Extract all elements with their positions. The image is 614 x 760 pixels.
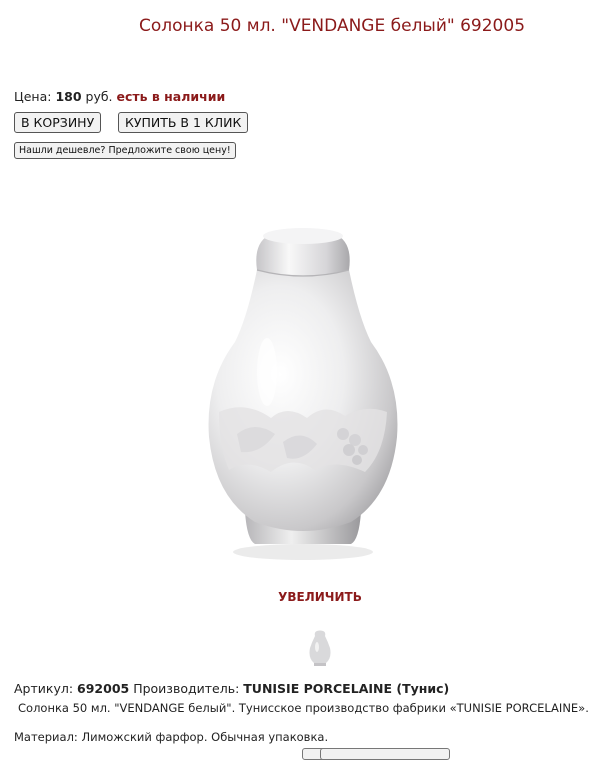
price-label: Цена: <box>14 89 52 104</box>
sku-label: Артикул: <box>14 681 74 696</box>
product-material: Материал: Лиможский фарфор. Обычная упак… <box>14 730 329 744</box>
product-thumbnail[interactable] <box>306 630 334 668</box>
manufacturer-label: Производитель: <box>133 681 240 696</box>
price-line: Цена: 180 руб. есть в наличии <box>14 89 225 104</box>
buy-one-click-button[interactable]: КУПИТЬ В 1 КЛИК <box>118 112 249 133</box>
price-currency: руб. <box>85 89 113 104</box>
product-title: Солонка 50 мл. "VENDANGE белый" 692005 <box>138 16 526 36</box>
add-to-cart-button[interactable]: В КОРЗИНУ <box>14 112 102 133</box>
product-description: Солонка 50 мл. "VENDANGE белый". Тунисск… <box>18 701 589 715</box>
manufacturer-value: TUNISIE PORCELAINE (Тунис) <box>243 681 450 696</box>
zoom-link[interactable]: УВЕЛИЧИТЬ <box>0 590 614 604</box>
partial-button-2[interactable] <box>320 748 450 760</box>
price-value: 180 <box>55 89 82 104</box>
product-image[interactable] <box>175 222 430 567</box>
sku-value: 692005 <box>77 681 130 696</box>
stock-status: есть в наличии <box>116 89 226 104</box>
product-info-line: Артикул: 692005 Производитель: TUNISIE P… <box>14 681 449 696</box>
found-cheaper-button[interactable]: Нашли дешевле? Предложите свою цену! <box>14 142 236 159</box>
